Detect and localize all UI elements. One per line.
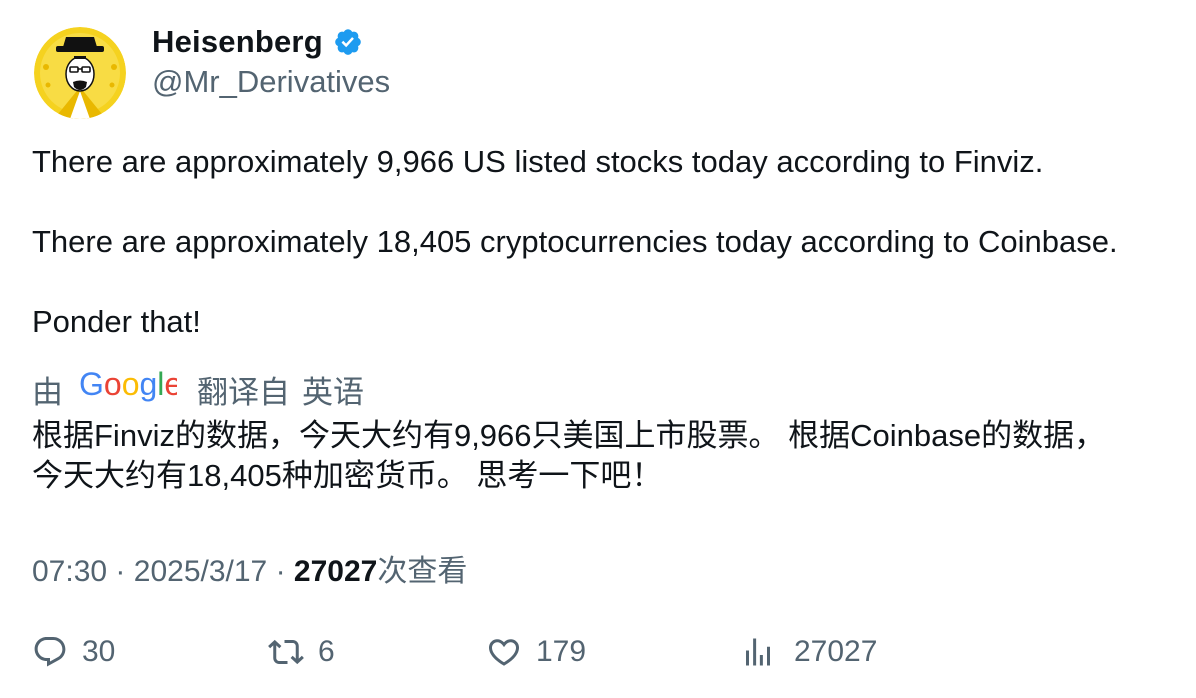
- analytics-icon: [746, 638, 770, 666]
- reply-icon: [34, 637, 66, 667]
- heisenberg-avatar-icon[interactable]: [34, 27, 126, 119]
- retweet-button[interactable]: 6: [268, 630, 335, 674]
- svg-text:Google: Google: [79, 367, 177, 402]
- views-count: 27027: [293, 555, 378, 588]
- tweet-text-line-2: There are approximately 18,405 cryptocur…: [32, 224, 1118, 259]
- translation-language[interactable]: 英语: [302, 367, 364, 412]
- tweet-meta: 07:30 · 2025/3/17 · 27027次查看: [32, 546, 467, 590]
- retweet-count: 6: [318, 635, 335, 668]
- translated-text-line-1: 根据Finviz的数据，今天大约有9,966只美国上市股票。 根据Coinbas…: [32, 418, 1106, 453]
- tweet-date[interactable]: 2025/3/17: [134, 555, 267, 588]
- google-logo: Google: [79, 366, 182, 411]
- translation-attribution: 由 Google 翻译自 英语: [32, 366, 364, 412]
- like-button[interactable]: 179: [486, 630, 586, 674]
- tweet-text-line-1: There are approximately 9,966 US listed …: [32, 144, 1044, 179]
- heart-icon: [488, 639, 520, 666]
- views-label: 次查看: [377, 555, 468, 588]
- views-action-count: 27027: [794, 635, 878, 668]
- views-button[interactable]: 27027: [740, 630, 877, 674]
- meta-separator: ·: [275, 555, 286, 588]
- author-handle[interactable]: @Mr_Derivatives: [152, 64, 390, 100]
- tweet-time[interactable]: 07:30: [32, 555, 107, 588]
- reply-button[interactable]: 30: [32, 630, 115, 674]
- retweet-icon: [268, 639, 304, 665]
- translated-text-line-2: 今天大约有18,405种加密货币。 思考一下吧！: [32, 458, 663, 493]
- action-bar: 30 6 179 27027: [0, 630, 1196, 674]
- tweet: Heisenberg @Mr_Derivatives There are app…: [0, 0, 1196, 698]
- tweet-text-line-3: Ponder that!: [32, 304, 201, 339]
- meta-separator: ·: [115, 555, 126, 588]
- reply-count: 30: [82, 635, 116, 668]
- verified-badge-icon[interactable]: [333, 27, 363, 57]
- translation-by-label: 由: [32, 374, 63, 410]
- like-count: 179: [536, 635, 587, 668]
- translated-text: 根据Finviz的数据，今天大约有9,966只美国上市股票。 根据Coinbas…: [32, 416, 1105, 496]
- author-name-row[interactable]: Heisenberg: [152, 24, 363, 60]
- display-name[interactable]: Heisenberg: [152, 24, 323, 60]
- translation-from-label[interactable]: 翻译自: [197, 367, 290, 412]
